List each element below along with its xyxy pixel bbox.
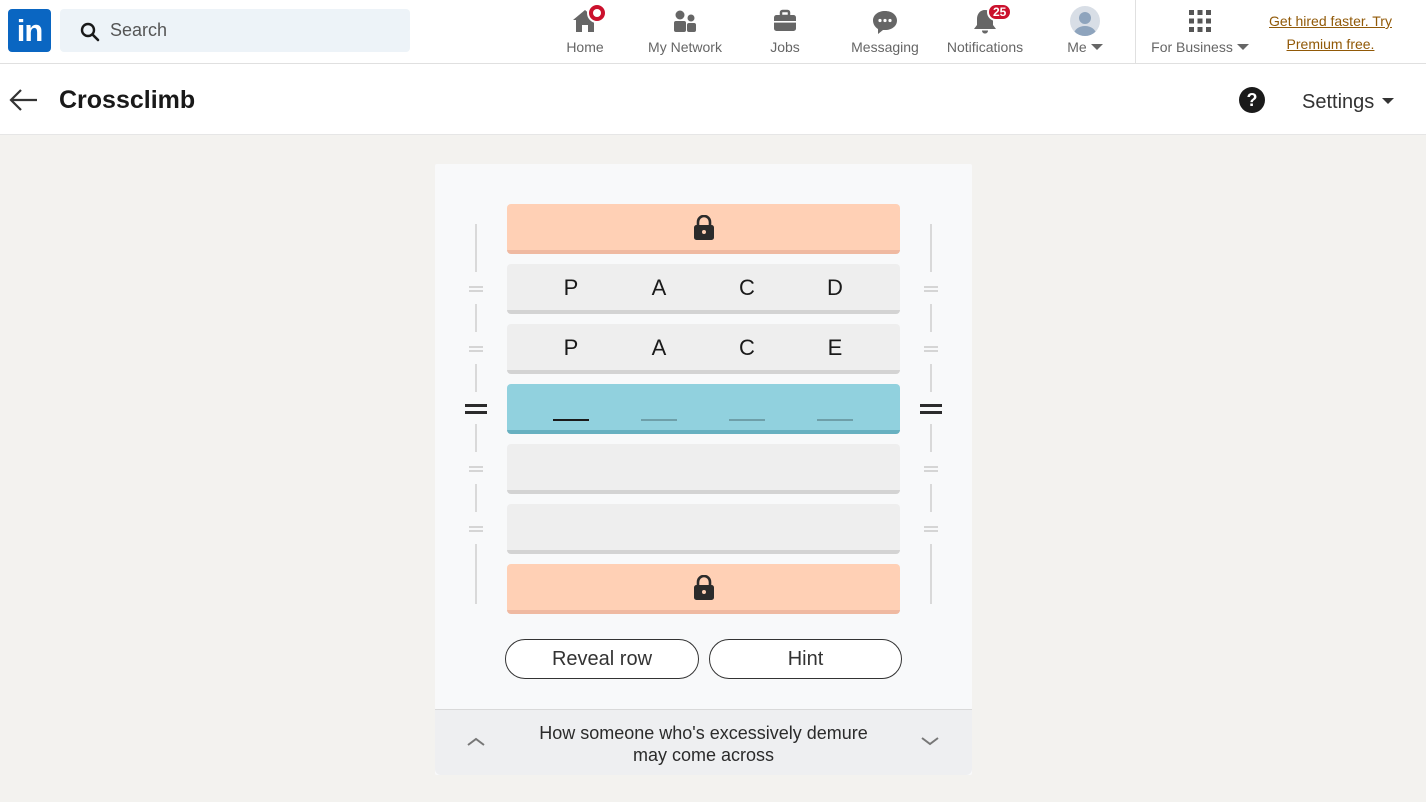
nav-my-network[interactable]: My Network (640, 0, 730, 64)
notifications-count-badge: 25 (987, 3, 1013, 21)
nav-jobs[interactable]: Jobs (755, 0, 815, 64)
active-word-row[interactable] (507, 384, 900, 434)
rail-segment (475, 224, 477, 272)
drag-handle-icon[interactable] (465, 404, 487, 414)
nav-jobs-label: Jobs (770, 39, 800, 55)
rail-equals-icon (469, 466, 483, 472)
rail-segment (930, 484, 932, 512)
premium-upsell-link[interactable]: Get hired faster. Try Premium free. (1258, 10, 1403, 56)
rail-equals-icon (924, 466, 938, 472)
settings-button[interactable]: Settings (1302, 91, 1395, 114)
rail-segment (930, 424, 932, 452)
nav-notifications[interactable]: 25 Notifications (940, 0, 1030, 64)
word-row-4[interactable] (507, 444, 900, 494)
search-input[interactable] (110, 9, 400, 52)
rail-equals-icon (469, 346, 483, 352)
letter-tile: A (651, 335, 667, 360)
help-button[interactable]: ? (1239, 87, 1265, 113)
briefcase-icon (774, 9, 796, 31)
nav-my-network-label: My Network (648, 39, 722, 55)
apps-grid-icon (1189, 10, 1211, 32)
linkedin-logo[interactable]: in (8, 9, 51, 52)
top-navigation: in Home My Network Jobs (0, 0, 1426, 64)
nav-home-label: Home (566, 39, 604, 55)
messaging-icon (873, 11, 897, 34)
clue-panel: How someone who's excessively demure may… (435, 709, 972, 775)
me-text: Me (1067, 39, 1087, 55)
game-header: Crossclimb ? Settings (0, 64, 1426, 135)
rail-equals-icon (469, 286, 483, 292)
chevron-down-icon[interactable] (919, 734, 941, 748)
rail-equals-icon (924, 346, 938, 352)
letter-slot[interactable] (641, 419, 677, 421)
chevron-down-icon (1382, 98, 1395, 104)
rail-equals-icon (924, 286, 938, 292)
rail-segment (475, 424, 477, 452)
network-icon (674, 10, 696, 32)
locked-row-top[interactable] (507, 204, 900, 254)
nav-messaging-label: Messaging (851, 39, 919, 55)
chevron-down-icon (1090, 44, 1103, 50)
home-notification-dot (587, 3, 607, 23)
nav-me[interactable]: Me (1055, 0, 1115, 64)
locked-row-bottom[interactable] (507, 564, 900, 614)
for-business-text: For Business (1151, 39, 1233, 55)
word-row-5[interactable] (507, 504, 900, 554)
rail-segment (930, 544, 932, 604)
hint-button[interactable]: Hint (709, 639, 902, 679)
search-box[interactable] (60, 9, 410, 52)
clue-line-1: How someone who's excessively demure (539, 723, 868, 743)
letter-tile: C (739, 335, 755, 360)
rail-segment (475, 304, 477, 332)
rail-segment (930, 224, 932, 272)
premium-line-1: Get hired faster. Try (1269, 13, 1392, 29)
letter-tile: P (563, 335, 579, 360)
nav-notifications-label: Notifications (946, 39, 1024, 55)
letter-slot-current[interactable] (553, 419, 589, 421)
rail-segment (475, 364, 477, 392)
page-title: Crossclimb (59, 86, 196, 114)
reveal-row-button[interactable]: Reveal row (505, 639, 699, 679)
chevron-up-icon[interactable] (465, 734, 487, 748)
clue-text: How someone who's excessively demure may… (525, 722, 882, 766)
avatar-placeholder-icon (1074, 12, 1096, 36)
word-row-1[interactable]: P A C D (507, 264, 900, 314)
letter-tile: P (563, 275, 579, 300)
letter-tile: D (827, 275, 843, 300)
letter-tile: E (827, 335, 843, 360)
rail-equals-icon (469, 526, 483, 532)
letter-tile: A (651, 275, 667, 300)
nav-messaging[interactable]: Messaging (845, 0, 925, 64)
nav-for-business-label: For Business (1145, 39, 1255, 55)
chevron-down-icon (1236, 44, 1249, 50)
lock-icon (694, 215, 714, 240)
rail-segment (930, 364, 932, 392)
avatar (1070, 6, 1100, 36)
rail-segment (475, 484, 477, 512)
back-arrow-icon[interactable] (8, 86, 40, 114)
lock-icon (694, 575, 714, 600)
rail-equals-icon (924, 526, 938, 532)
letter-slot[interactable] (729, 419, 765, 421)
nav-home[interactable]: Home (555, 0, 615, 64)
clue-line-2: may come across (632, 745, 775, 765)
search-icon (80, 22, 100, 42)
letter-slot[interactable] (817, 419, 853, 421)
nav-for-business[interactable]: For Business (1145, 0, 1255, 64)
nav-divider (1135, 0, 1136, 64)
drag-handle-icon[interactable] (920, 404, 942, 414)
rail-segment (930, 304, 932, 332)
premium-line-2: Premium free. (1286, 36, 1375, 52)
letter-tile: C (739, 275, 755, 300)
nav-me-label: Me (1055, 39, 1115, 55)
settings-label: Settings (1302, 91, 1375, 113)
word-row-2[interactable]: P A C E (507, 324, 900, 374)
rail-segment (475, 544, 477, 604)
